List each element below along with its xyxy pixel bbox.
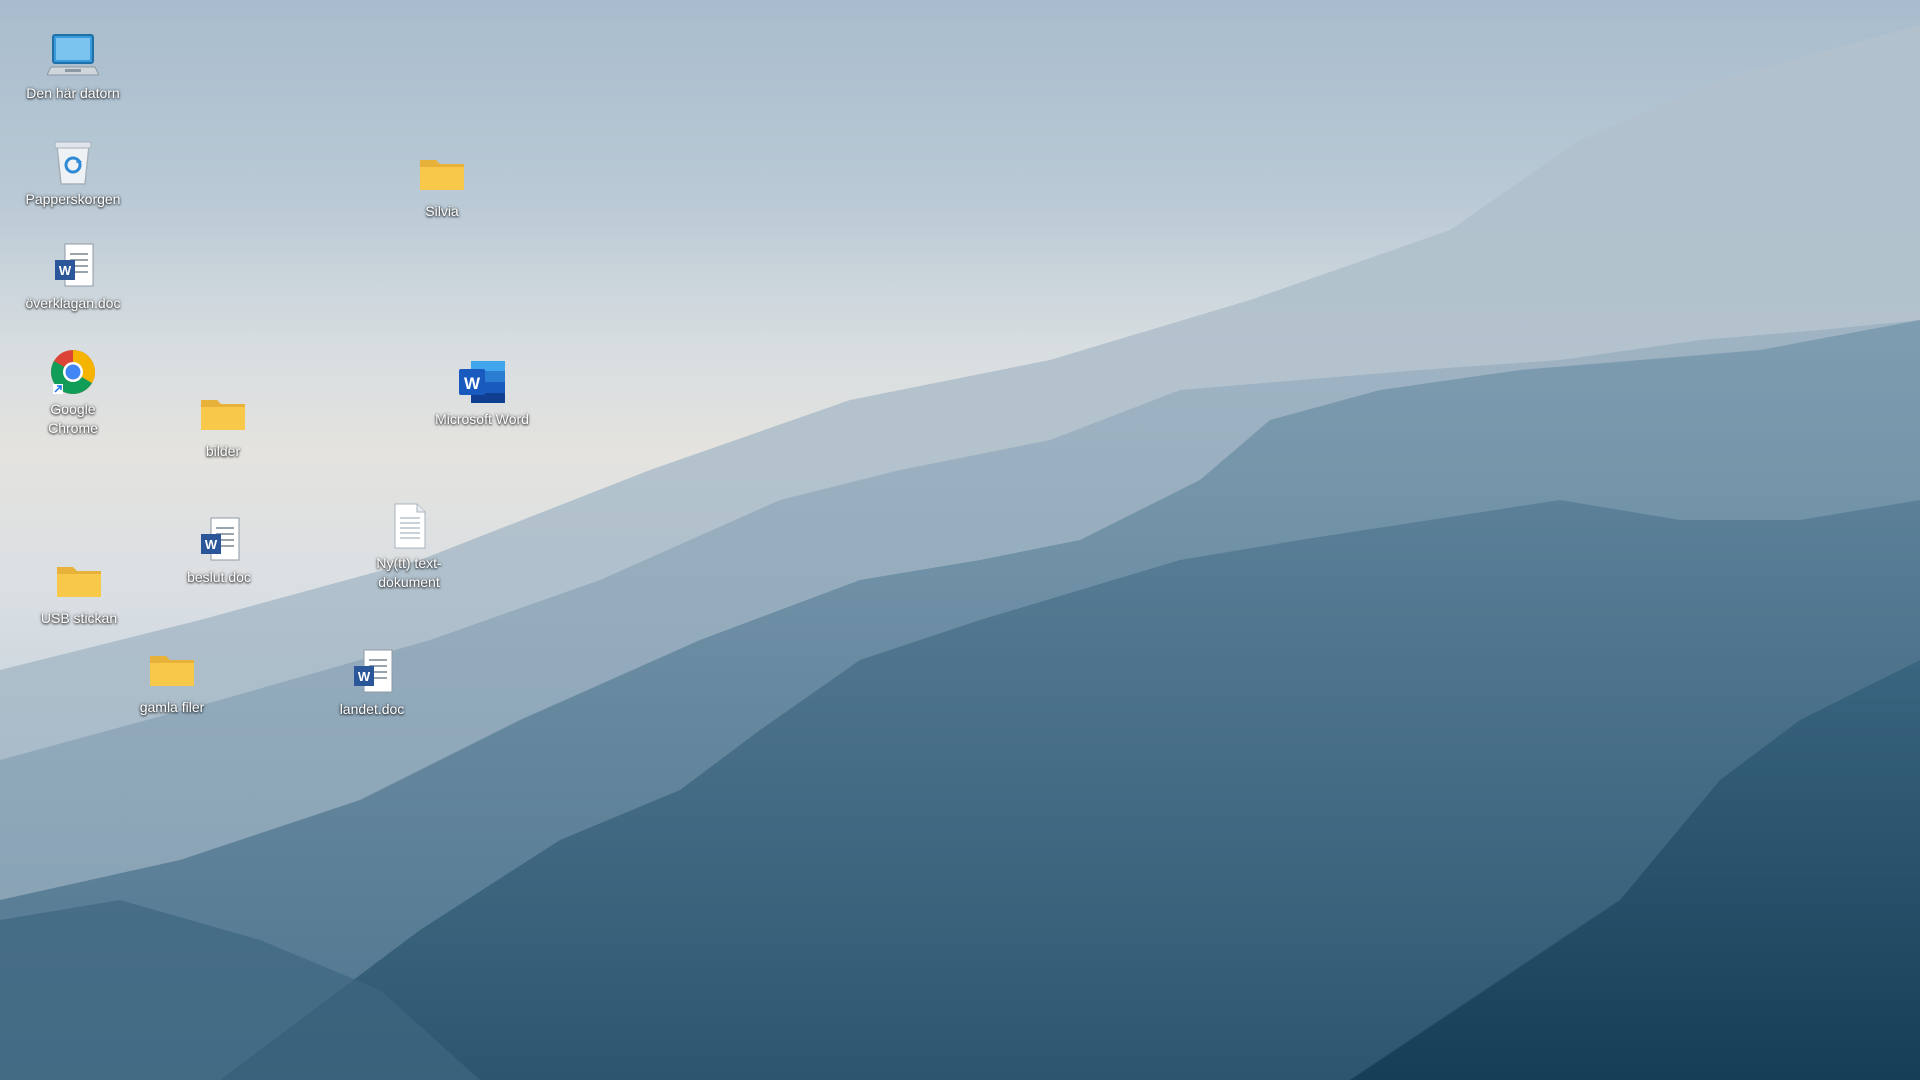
svg-text:W: W <box>59 263 72 278</box>
desktop-icon-nytt-text-dokument[interactable]: Ny(tt) text-dokument <box>354 500 464 592</box>
desktop-icon-label: landet.doc <box>339 701 405 717</box>
folder-icon <box>195 388 251 440</box>
word-document-icon: W <box>344 646 400 698</box>
desktop-icon-gamla-filer[interactable]: gamla filer <box>117 644 227 717</box>
desktop-icon-silvia[interactable]: Silvia <box>387 148 497 221</box>
svg-text:W: W <box>205 537 218 552</box>
desktop-icon-label: bilder <box>205 443 241 459</box>
desktop-icon-label: USB stickan <box>40 610 118 626</box>
desktop-icon-label: gamla filer <box>139 699 205 715</box>
word-document-icon: W <box>191 514 247 566</box>
folder-icon <box>144 644 200 696</box>
folder-icon <box>414 148 470 200</box>
text-document-icon <box>381 500 437 552</box>
desktop-icon-label: Silvia <box>425 203 459 219</box>
desktop-icon-overklagan-doc[interactable]: W överklagan.doc <box>18 240 128 313</box>
desktop-icon-bilder[interactable]: bilder <box>168 388 278 461</box>
desktop-icon-label: Papperskorgen <box>25 191 121 207</box>
desktop-icon-label: beslut.doc <box>187 569 251 585</box>
desktop-icon-google-chrome[interactable]: Google Chrome <box>18 346 128 438</box>
desktop[interactable]: Den här datorn Papperskorgen W överklaga… <box>0 0 1920 1080</box>
desktop-icon-label: Google Chrome <box>48 401 98 436</box>
svg-text:W: W <box>464 374 481 393</box>
desktop-icon-landet-doc[interactable]: W landet.doc <box>317 646 427 719</box>
desktop-icon-label: Microsoft Word <box>435 411 529 427</box>
svg-text:W: W <box>358 669 371 684</box>
desktop-icon-label: överklagan.doc <box>25 295 121 311</box>
desktop-icon-microsoft-word[interactable]: W Microsoft Word <box>427 356 537 429</box>
desktop-icon-label: Den här datorn <box>26 85 120 101</box>
word-app-icon: W <box>454 356 510 408</box>
desktop-wallpaper <box>0 25 1920 1080</box>
recycle-bin-icon <box>45 136 101 188</box>
desktop-icon-recycle-bin[interactable]: Papperskorgen <box>18 136 128 209</box>
desktop-icon-beslut-doc[interactable]: W beslut.doc <box>164 514 274 587</box>
folder-icon <box>51 555 107 607</box>
chrome-icon <box>45 346 101 398</box>
word-document-icon: W <box>45 240 101 292</box>
desktop-icon-this-pc[interactable]: Den här datorn <box>18 30 128 103</box>
desktop-icon-label: Ny(tt) text-dokument <box>376 555 442 590</box>
desktop-icon-usb-stickan[interactable]: USB stickan <box>24 555 134 628</box>
computer-icon <box>45 30 101 82</box>
